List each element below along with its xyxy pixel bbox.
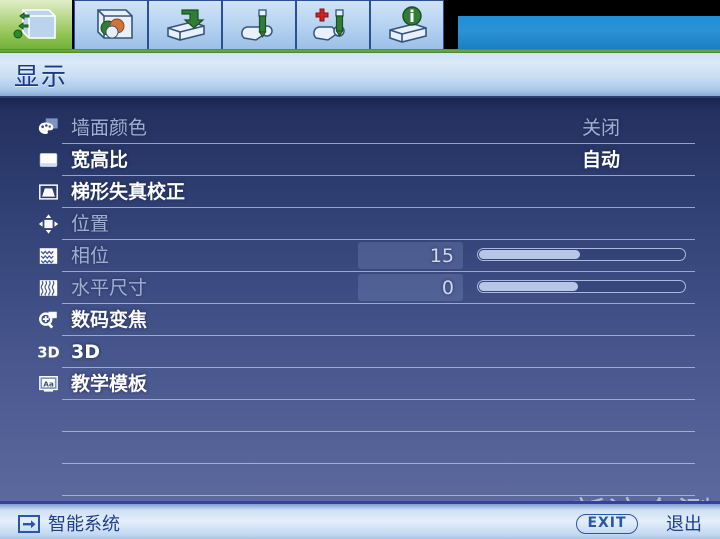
- keystone-icon: [39, 184, 58, 200]
- hsize-wave-icon: [39, 280, 58, 296]
- panel-top-shade: [0, 98, 720, 112]
- menu-panel: 墙面颜色 关闭 宽高比 自动 梯形失真校正 位置 相位 15 水平尺寸 0 数码…: [0, 98, 720, 501]
- wrench-screwdriver-icon: [241, 9, 273, 41]
- menu-label: 水平尺寸: [71, 277, 148, 299]
- picture-color-icon: [97, 9, 133, 39]
- menu-label: 教学模板: [71, 373, 148, 395]
- menu-row-keystone[interactable]: 梯形失真校正: [0, 176, 720, 208]
- three-d-icon: 3D: [37, 345, 59, 362]
- menu-value: 自动: [581, 149, 620, 171]
- menu-row-position[interactable]: 位置: [0, 208, 720, 240]
- menu-value: 15: [429, 245, 454, 267]
- tab-picture[interactable]: [74, 0, 148, 50]
- exit-label: 退出: [666, 514, 702, 535]
- wrench-plus-icon: [313, 8, 345, 41]
- menu-row-empty: [0, 464, 720, 496]
- position-arrows-icon: [38, 214, 59, 234]
- phase-wave-icon: [39, 248, 58, 264]
- menu-row-aspect-ratio[interactable]: 宽高比 自动: [0, 144, 720, 176]
- projector-info-icon: [389, 6, 427, 43]
- tab-system[interactable]: [222, 0, 296, 50]
- menu-value: 0: [441, 277, 454, 299]
- menu-row-digital-zoom[interactable]: 数码变焦: [0, 304, 720, 336]
- menu-row-phase[interactable]: 相位 15: [0, 240, 720, 272]
- menu-label: 位置: [71, 213, 110, 235]
- palette-icon: [38, 118, 58, 134]
- svg-text:3D: 3D: [37, 345, 59, 362]
- menu-row-wall-color[interactable]: 墙面颜色 关闭: [0, 112, 720, 144]
- projector-input-icon: [167, 9, 205, 41]
- menu-row-h-size[interactable]: 水平尺寸 0: [0, 272, 720, 304]
- projector-osd-screen: 显示 墙面颜色 关闭 宽高比 自动 梯形失真校正 位置 相位 15 水平尺寸 0…: [0, 0, 720, 539]
- slider-fill: [479, 250, 581, 259]
- page-title: 显示: [14, 62, 69, 91]
- aspect-screen-icon: [39, 153, 58, 167]
- row-separator: [62, 495, 695, 496]
- enter-arrow-icon: [18, 515, 40, 533]
- menu-value: 关闭: [581, 117, 620, 139]
- menu-label: 墙面颜色: [71, 117, 148, 139]
- menu-row-teaching-template[interactable]: Aa 教学模板: [0, 368, 720, 400]
- menu-row-3d[interactable]: 3D 3D: [0, 336, 720, 368]
- phase-slider[interactable]: [477, 248, 686, 261]
- menu-tab-bar: [0, 0, 720, 53]
- menu-label: 相位: [71, 245, 110, 267]
- tab-advanced[interactable]: [296, 0, 370, 50]
- display-screen-gear-icon: [13, 9, 56, 39]
- smart-system-label[interactable]: 智能系统: [48, 510, 120, 536]
- exit-button[interactable]: EXIT: [576, 514, 638, 534]
- menu-label: 宽高比: [71, 149, 129, 171]
- menu-row-empty: [0, 400, 720, 432]
- menu-bottom-bar: 智能系统 EXIT 退出: [0, 501, 720, 539]
- tab-info[interactable]: [370, 0, 444, 50]
- svg-text:Aa: Aa: [43, 379, 54, 388]
- digital-zoom-icon: [39, 311, 57, 329]
- tab-source[interactable]: [148, 0, 222, 50]
- slider-fill: [479, 282, 579, 291]
- tab-display[interactable]: [0, 0, 72, 50]
- menu-row-empty: [0, 432, 720, 464]
- h-size-slider[interactable]: [477, 280, 686, 293]
- teaching-template-icon: Aa: [39, 376, 58, 392]
- menu-label: 3D: [71, 341, 100, 363]
- menu-label: 梯形失真校正: [71, 181, 186, 203]
- menu-label: 数码变焦: [71, 309, 148, 331]
- tabbar-blue-band: [458, 16, 720, 49]
- menu-title-bar: 显示: [0, 53, 720, 98]
